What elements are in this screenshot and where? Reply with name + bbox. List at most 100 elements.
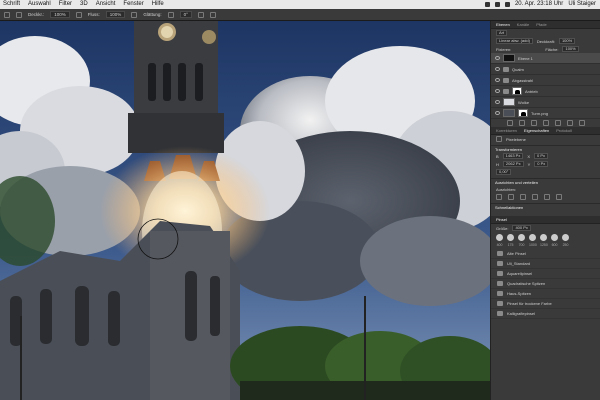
brush-folder[interactable]: Aquarellpinsel — [491, 269, 600, 279]
menu-hilfe[interactable]: Hilfe — [152, 0, 164, 9]
brush-folder[interactable]: Kalligrafiepinsel — [491, 309, 600, 319]
menu-ansicht[interactable]: Ansicht — [96, 0, 116, 9]
height-field[interactable]: 2062 Px — [502, 161, 524, 167]
transform-row-w: B 1463 Px X0 Px — [491, 152, 600, 160]
document-canvas[interactable] — [0, 21, 490, 400]
symmetry-icon[interactable] — [209, 11, 216, 18]
brush-folder[interactable]: Alte Pinsel — [491, 249, 600, 259]
layer-filter-row: Art — [491, 29, 600, 37]
pressure-opacity-icon[interactable] — [75, 11, 82, 18]
eye-icon[interactable] — [495, 100, 500, 104]
angle-field[interactable]: 0,00° — [496, 169, 512, 175]
tab-pfade[interactable]: Pfade — [536, 22, 546, 27]
eye-icon[interactable] — [495, 56, 500, 60]
layer-item[interactable]: Antrieb — [491, 86, 600, 97]
new-layer-icon[interactable] — [566, 120, 573, 126]
layer-item[interactable]: Ebene 1 — [491, 53, 600, 64]
align-bottom-icon[interactable] — [556, 194, 562, 200]
layer-item[interactable]: Abgasstrahl — [491, 75, 600, 86]
flow-field[interactable]: 100% — [105, 11, 126, 18]
menu-auswahl[interactable]: Auswahl — [28, 0, 51, 9]
eye-icon[interactable] — [495, 78, 500, 82]
menu-3d[interactable]: 3D — [80, 0, 88, 9]
tab-eigenschaften[interactable]: Eigenschaften — [524, 128, 549, 133]
eye-icon[interactable] — [495, 89, 500, 93]
pressure-size-icon[interactable] — [197, 11, 204, 18]
brush-size-field[interactable]: 400 Px — [512, 225, 531, 231]
layers-tabs: Ebenen Kanäle Pfade — [491, 21, 600, 29]
angle-field[interactable]: 0° — [179, 11, 192, 18]
smooth-settings-icon[interactable] — [167, 11, 174, 18]
align-left-icon[interactable] — [496, 194, 502, 200]
opacity-label: Deckkr.: — [28, 12, 45, 17]
wifi-icon[interactable] — [494, 2, 500, 7]
transform-section-title[interactable]: Transformieren — [491, 145, 600, 152]
smooth-label: Glättung: — [143, 12, 162, 17]
lock-label: Fixieren: — [496, 46, 512, 52]
transform-row-h: H 2062 Px Y0 Px — [491, 160, 600, 168]
folder-icon — [497, 291, 503, 296]
tab-ebenen[interactable]: Ebenen — [496, 22, 510, 27]
folder-icon — [497, 261, 503, 266]
menubar-user[interactable]: Uli Staiger — [568, 0, 596, 9]
brush-preset[interactable] — [562, 234, 569, 241]
brush-folder-label: Alte Pinsel — [507, 251, 526, 256]
brush-folder[interactable]: Quadratische Spitzen — [491, 279, 600, 289]
blend-mode-select[interactable]: Linear abw. (add) — [496, 38, 533, 44]
width-field[interactable]: 1463 Px — [502, 153, 524, 159]
align-top-icon[interactable] — [532, 194, 538, 200]
brush-preset-size: 175 — [507, 243, 514, 247]
trash-icon[interactable] — [578, 120, 585, 126]
link-icon[interactable] — [506, 120, 513, 126]
menu-filter[interactable]: Filter — [59, 0, 72, 9]
tab-korrekturen[interactable]: Korrekturen — [496, 128, 517, 133]
cc-icon[interactable] — [484, 2, 490, 7]
mode-icon[interactable] — [16, 11, 22, 18]
layer-item[interactable]: Qualm — [491, 64, 600, 75]
layer-thumbnail — [503, 109, 515, 117]
add-mask-icon[interactable] — [530, 120, 537, 126]
menubar-clock[interactable]: 20. Apr. 23:18 Uhr — [515, 0, 563, 9]
eye-icon[interactable] — [495, 67, 500, 71]
align-middle-icon[interactable] — [544, 194, 550, 200]
brush-preset[interactable] — [551, 234, 558, 241]
align-right-icon[interactable] — [520, 194, 526, 200]
align-center-icon[interactable] — [508, 194, 514, 200]
align-section-title[interactable]: Ausrichten und verteilen — [491, 178, 600, 185]
layer-item[interactable]: Wolke — [491, 97, 600, 108]
brush-preset[interactable] — [496, 234, 503, 241]
battery-icon[interactable] — [504, 2, 510, 7]
brush-folder-label: Aquarellpinsel — [507, 271, 533, 276]
tab-kanaele[interactable]: Kanäle — [517, 22, 529, 27]
adjustment-icon[interactable] — [542, 120, 549, 126]
x-field[interactable]: 0 Px — [534, 153, 549, 159]
properties-tabs: Korrekturen Eigenschaften Protokoll — [491, 127, 600, 135]
brush-folder[interactable]: Uli_Standard — [491, 259, 600, 269]
brush-preset[interactable] — [507, 234, 514, 241]
brush-preset[interactable] — [529, 234, 536, 241]
layer-item[interactable]: Turm.png — [491, 108, 600, 119]
brush-preset[interactable] — [540, 234, 547, 241]
tab-pinsel[interactable]: Pinsel — [496, 217, 507, 222]
brush-folder[interactable]: Haus-Spitzen — [491, 289, 600, 299]
layer-filter-select[interactable]: Art — [496, 30, 508, 36]
brush-preset-icon[interactable] — [4, 11, 10, 18]
tab-protokoll[interactable]: Protokoll — [556, 128, 572, 133]
opacity-field[interactable]: 100% — [50, 11, 70, 18]
y-field[interactable]: 0 Px — [534, 161, 549, 167]
new-group-icon[interactable] — [554, 120, 561, 126]
quick-actions-title[interactable]: Schnellaktionen — [491, 203, 600, 210]
fill-field[interactable]: 100% — [562, 46, 579, 52]
layer-name: Turm.png — [531, 110, 548, 116]
brush-folder-label: Kalligrafiepinsel — [507, 311, 536, 316]
brush-folder[interactable]: Pinsel für trockene Farbe — [491, 299, 600, 309]
fx-icon[interactable] — [518, 120, 525, 126]
menu-schrift[interactable]: Schrift — [3, 0, 20, 9]
eye-icon[interactable] — [495, 111, 500, 115]
menu-fenster[interactable]: Fenster — [123, 0, 143, 9]
layer-opacity-field[interactable]: 100% — [558, 38, 576, 44]
brush-preset[interactable] — [518, 234, 525, 241]
menubar-status: 20. Apr. 23:18 Uhr Uli Staiger — [484, 0, 596, 9]
airbrush-icon[interactable] — [131, 11, 138, 18]
layer-name: Abgasstrahl — [512, 77, 534, 83]
